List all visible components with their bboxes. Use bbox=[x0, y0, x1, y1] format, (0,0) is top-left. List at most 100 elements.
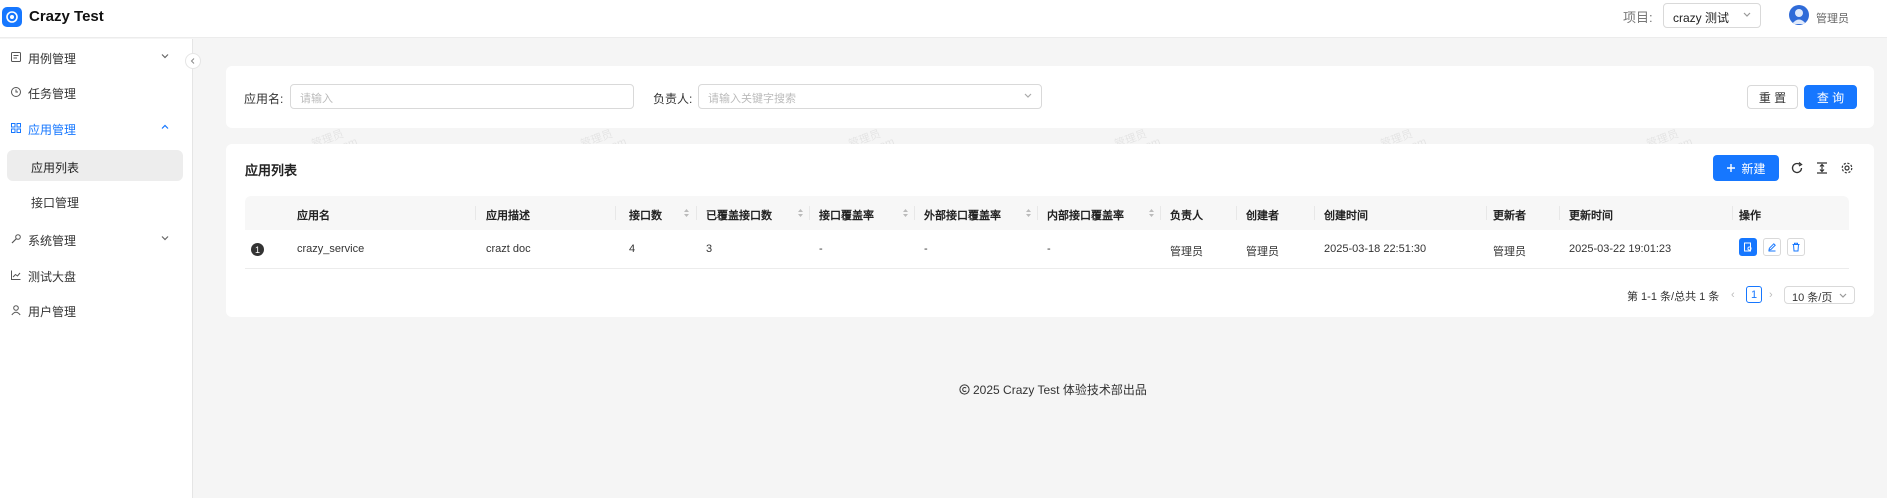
project-label: 项目: bbox=[1623, 10, 1653, 25]
column-divider bbox=[475, 206, 476, 220]
th-updated-at: 更新时间 bbox=[1569, 210, 1613, 222]
column-divider bbox=[1486, 206, 1487, 220]
file-search-icon bbox=[1744, 242, 1752, 252]
sidebar-item-case-management[interactable]: 用例管理 bbox=[0, 42, 192, 72]
app-title[interactable]: Crazy Test bbox=[29, 8, 104, 25]
owner-select[interactable]: 请输入关键字搜索 bbox=[698, 84, 1042, 109]
cell-updater: 管理员 bbox=[1493, 246, 1526, 258]
sidebar-item-label: 应用管理 bbox=[28, 123, 77, 137]
edit-button[interactable] bbox=[1763, 238, 1781, 256]
column-divider bbox=[1314, 206, 1315, 220]
sidebar-subitem-label: 接口管理 bbox=[31, 196, 80, 210]
owner-placeholder: 请输入关键字搜索 bbox=[708, 93, 796, 105]
sort-icon[interactable] bbox=[797, 207, 804, 219]
column-height-icon[interactable] bbox=[1815, 161, 1829, 175]
pagination-page-1[interactable]: 1 bbox=[1746, 286, 1762, 303]
next-page-icon[interactable]: › bbox=[1769, 289, 1773, 301]
chevron-down-icon bbox=[1839, 293, 1847, 298]
app-name-label: 应用名: bbox=[244, 92, 284, 106]
refresh-icon[interactable] bbox=[1790, 161, 1804, 175]
app-logo-icon[interactable] bbox=[2, 7, 22, 27]
sidebar-item-label: 系统管理 bbox=[28, 234, 77, 248]
cell-updated-at: 2025-03-22 19:01:23 bbox=[1569, 243, 1672, 255]
view-detail-button[interactable] bbox=[1739, 238, 1757, 256]
copyright-icon bbox=[959, 384, 970, 395]
sidebar-item-user-management[interactable]: 用户管理 bbox=[0, 295, 192, 325]
new-app-button[interactable]: 新建 bbox=[1713, 155, 1779, 181]
cell-coverage: - bbox=[819, 243, 823, 255]
sidebar-item-test-dashboard[interactable]: 测试大盘 bbox=[0, 260, 192, 290]
th-coverage[interactable]: 接口覆盖率 bbox=[819, 207, 874, 223]
delete-button[interactable] bbox=[1787, 238, 1805, 256]
query-button[interactable]: 查 询 bbox=[1804, 85, 1857, 109]
sidebar-item-task-management[interactable]: 任务管理 bbox=[0, 77, 192, 107]
clock-icon bbox=[11, 87, 21, 97]
sort-icon[interactable] bbox=[683, 207, 690, 219]
gear-icon[interactable] bbox=[1840, 161, 1854, 175]
column-divider bbox=[1037, 206, 1038, 220]
chevron-up-icon bbox=[161, 124, 169, 129]
th-actions: 操作 bbox=[1739, 210, 1761, 222]
chevron-left-icon bbox=[190, 58, 195, 64]
table-title: 应用列表 bbox=[245, 163, 298, 178]
column-divider bbox=[1160, 206, 1161, 220]
th-api-count[interactable]: 接口数 bbox=[629, 207, 662, 223]
sidebar-item-label: 用例管理 bbox=[28, 52, 77, 66]
page-size-select[interactable]: 10 条/页 bbox=[1784, 286, 1855, 304]
chevron-down-icon bbox=[1024, 93, 1032, 98]
grid-icon bbox=[11, 123, 21, 133]
owner-label: 负责人: bbox=[653, 92, 693, 106]
cell-api-count: 4 bbox=[629, 243, 636, 255]
cell-creator: 管理员 bbox=[1246, 246, 1279, 258]
wrench-icon bbox=[11, 234, 21, 244]
sidebar-collapse-button[interactable] bbox=[185, 53, 201, 69]
sidebar-item-system-management[interactable]: 系统管理 bbox=[0, 224, 192, 254]
sort-icon[interactable] bbox=[1148, 207, 1155, 219]
table-row[interactable]: 1 crazy_service crazt doc 4 3 - - - 管理员 … bbox=[245, 230, 1849, 269]
cell-description: crazt doc bbox=[486, 243, 531, 255]
project-select-value: crazy 测试 bbox=[1673, 11, 1730, 25]
sidebar-subitem-api-management[interactable]: 接口管理 bbox=[7, 185, 183, 216]
column-divider bbox=[914, 206, 915, 220]
th-created-at: 创建时间 bbox=[1324, 210, 1368, 222]
th-app-name: 应用名 bbox=[297, 210, 330, 222]
trash-icon bbox=[1792, 242, 1800, 252]
sort-icon[interactable] bbox=[902, 207, 909, 219]
new-app-label: 新建 bbox=[1741, 161, 1766, 176]
th-internal-coverage[interactable]: 内部接口覆盖率 bbox=[1047, 207, 1124, 223]
pagination-total: 第 1-1 条/总共 1 条 bbox=[1627, 291, 1720, 303]
sidebar-subitem-app-list[interactable]: 应用列表 bbox=[7, 150, 183, 181]
column-divider bbox=[615, 206, 616, 220]
file-list-icon bbox=[11, 52, 21, 62]
top-header: Crazy Test 项目: crazy 测试 管理员 bbox=[0, 0, 1887, 38]
row-index-badge: 1 bbox=[251, 243, 264, 256]
th-external-coverage[interactable]: 外部接口覆盖率 bbox=[924, 207, 1001, 223]
column-divider bbox=[696, 206, 697, 220]
reset-button[interactable]: 重 置 bbox=[1747, 85, 1798, 109]
table-header: 应用名 应用描述 接口数 已覆盖接口数 接口覆盖率 外部接口覆盖率 内部接口覆盖… bbox=[245, 196, 1849, 230]
cell-internal-coverage: - bbox=[1047, 243, 1051, 255]
app-name-placeholder: 请输入 bbox=[300, 93, 333, 105]
th-description: 应用描述 bbox=[486, 210, 530, 222]
project-select[interactable]: crazy 测试 bbox=[1663, 3, 1761, 28]
th-creator: 创建者 bbox=[1246, 210, 1279, 222]
line-chart-icon bbox=[11, 270, 21, 280]
prev-page-icon[interactable]: ‹ bbox=[1731, 289, 1735, 301]
cell-app-name: crazy_service bbox=[297, 243, 365, 255]
user-name[interactable]: 管理员 bbox=[1816, 10, 1849, 26]
column-divider bbox=[1559, 206, 1560, 220]
sidebar-item-app-management[interactable]: 应用管理 bbox=[0, 113, 192, 143]
chevron-down-icon bbox=[161, 236, 169, 241]
sort-icon[interactable] bbox=[1025, 207, 1032, 219]
chevron-down-icon bbox=[1743, 12, 1751, 17]
sidebar-subitem-label: 应用列表 bbox=[31, 161, 80, 175]
edit-icon bbox=[1768, 243, 1776, 252]
th-updater: 更新者 bbox=[1493, 210, 1526, 222]
cell-external-coverage: - bbox=[924, 243, 928, 255]
avatar[interactable] bbox=[1789, 5, 1809, 25]
th-covered-count[interactable]: 已覆盖接口数 bbox=[706, 207, 772, 223]
sidebar-item-label: 用户管理 bbox=[28, 305, 77, 319]
app-name-input[interactable]: 请输入 bbox=[290, 84, 634, 109]
app-list-panel: 应用列表 新建 应用名 应用描述 接口数 已覆盖接口数 接口覆盖率 外部接口覆盖… bbox=[226, 144, 1874, 317]
filter-panel: 应用名: 请输入 负责人: 请输入关键字搜索 重 置 查 询 bbox=[226, 66, 1874, 128]
